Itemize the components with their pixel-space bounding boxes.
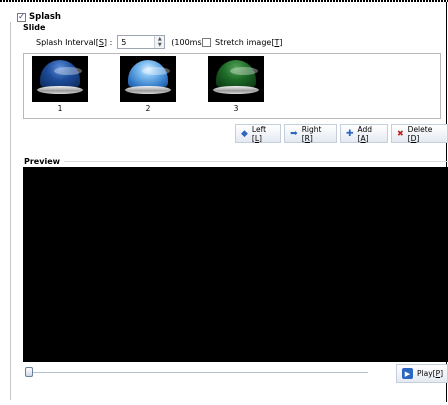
splash-interval-value[interactable]: 5 — [121, 38, 126, 47]
dome-base — [213, 86, 259, 94]
slide-group-label: Slide — [23, 23, 46, 32]
add-icon: ✚ — [345, 128, 354, 139]
group-left-border — [10, 22, 11, 400]
move-right-label: Right [R] — [301, 124, 322, 143]
move-left-label: Left [L] — [251, 124, 267, 143]
slide-number: 1 — [57, 104, 63, 113]
slide-thumbnail[interactable] — [32, 56, 88, 102]
stretch-image-label: Stretch image[T] — [215, 37, 283, 47]
splash-interval-row: Splash Interval[S] : 5 ▲ ▼ (100ms) — [36, 35, 205, 49]
splash-toggle[interactable]: ✓ Splash — [17, 11, 61, 23]
arrow-left-icon: ◆ — [241, 128, 248, 139]
top-border — [0, 0, 448, 2]
delete-icon: ✖ — [396, 129, 404, 138]
slide-thumbnail[interactable] — [208, 56, 264, 102]
delete-slide-button[interactable]: ✖ Delete [D] — [390, 124, 448, 143]
splash-interval-label: Splash Interval[S] : — [36, 37, 113, 47]
green-dome-icon — [216, 60, 258, 87]
play-label: Play[P] — [417, 369, 444, 378]
slide-number: 3 — [233, 104, 239, 113]
stretch-image-checkbox[interactable] — [202, 37, 211, 47]
stretch-image-toggle[interactable]: Stretch image[T] — [202, 36, 282, 48]
slide-thumbnail[interactable] — [120, 56, 176, 102]
slide-toolbar: ◆ Left [L] ➡ Right [R] ✚ Add [A] ✖ Delet… — [235, 124, 448, 143]
delete-slide-label: Delete [D] — [407, 124, 433, 143]
add-slide-label: Add [A] — [357, 124, 373, 143]
interval-unit: (100ms) — [171, 37, 205, 47]
play-icon: ▶ — [402, 368, 413, 379]
spin-down-icon[interactable]: ▼ — [155, 42, 164, 48]
preview-slider-thumb[interactable] — [25, 367, 33, 377]
move-left-button[interactable]: ◆ Left [L] — [235, 124, 282, 143]
light-blue-dome-icon — [128, 60, 170, 87]
move-right-button[interactable]: ➡ Right [R] — [284, 124, 337, 143]
splash-checkbox[interactable]: ✓ — [17, 12, 26, 22]
add-slide-button[interactable]: ✚ Add [A] — [339, 124, 388, 143]
preview-slider-track[interactable] — [30, 372, 368, 373]
check-icon: ✓ — [18, 12, 25, 21]
preview-group-label: Preview — [24, 157, 61, 166]
dome-base — [37, 86, 83, 94]
arrow-right-icon: ➡ — [290, 128, 298, 139]
slide-number: 2 — [145, 104, 151, 113]
splash-interval-spinner[interactable]: 5 ▲ ▼ — [117, 35, 166, 49]
play-button[interactable]: ▶ Play[P] — [396, 364, 448, 383]
slide-thumbnail-list[interactable]: 1 2 3 — [23, 53, 441, 119]
spinner-buttons[interactable]: ▲ ▼ — [154, 36, 165, 48]
preview-divider — [64, 161, 448, 162]
dome-base — [125, 86, 171, 94]
blue-dome-icon — [40, 60, 82, 87]
splash-label: Splash — [29, 12, 61, 22]
preview-screen — [23, 167, 448, 362]
